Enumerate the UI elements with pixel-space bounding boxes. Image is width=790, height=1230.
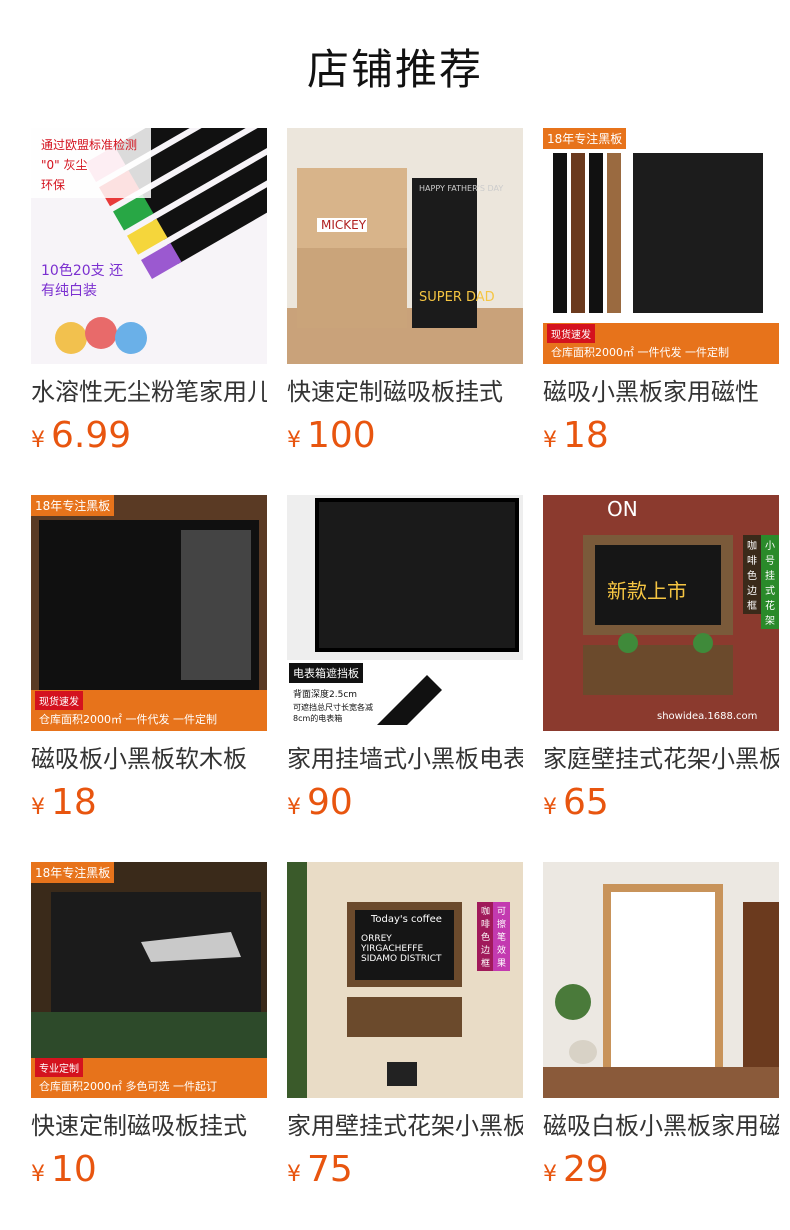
product-price: ¥100 [287, 414, 523, 464]
badge-custom: 专业定制 [35, 1058, 83, 1077]
thumb-caption: ORREY YIRGACHEFFE SIDAMO DISTRICT [361, 934, 442, 964]
product-price: ¥29 [543, 1148, 779, 1198]
product-card[interactable]: 18年专注黑板 现货速发 仓库面积2000㎡ 一件代发 一件定制 磁吸小黑板家用… [543, 128, 779, 464]
product-card[interactable]: 电表箱遮挡板 背面深度2.5cm 可遮挡总尺寸长宽各减8cm的电表箱 家用挂墙式… [287, 495, 523, 831]
currency-symbol: ¥ [31, 1162, 45, 1187]
product-price: ¥65 [543, 781, 779, 831]
badge-years: 18年专注黑板 [31, 495, 115, 516]
price-value: 6.99 [51, 415, 132, 456]
product-image[interactable]: Today's coffee 咖啡色边框 可擦笔效果 ORREY YIRGACH… [287, 862, 523, 1098]
product-card[interactable]: 18年专注黑板 现货速发 仓库面积2000㎡ 一件代发 一件定制 磁吸板小黑板软… [31, 495, 267, 831]
board-new-arrival: 新款上市 [607, 579, 687, 603]
product-name[interactable]: 家用挂墙式小黑板电表 [287, 743, 523, 775]
label-small-shelf: 小号挂式花架 [761, 535, 779, 629]
badge-zero-dust: "0" 灰尘 [41, 158, 88, 172]
board-coffee-title: Today's coffee [371, 914, 442, 925]
product-name[interactable]: 快速定制磁吸板挂式 [287, 376, 523, 408]
product-name[interactable]: 水溶性无尘粉笔家用儿童 [31, 376, 267, 408]
board-label-superdad: SUPER DAD [419, 290, 495, 305]
price-value: 10 [51, 1149, 97, 1190]
product-name[interactable]: 快速定制磁吸板挂式 [31, 1110, 267, 1142]
badge-years: 18年专注黑板 [31, 862, 115, 883]
product-image[interactable]: 18年专注黑板 现货速发 仓库面积2000㎡ 一件代发 一件定制 [31, 495, 267, 731]
badge-in-stock: 现货速发 [547, 324, 595, 343]
sign-on: ON [607, 497, 638, 521]
product-image[interactable]: 18年专注黑板 现货速发 仓库面积2000㎡ 一件代发 一件定制 [543, 128, 779, 364]
spec-size: 可遮挡总尺寸长宽各减8cm的电表箱 [293, 703, 373, 723]
badge-years: 18年专注黑板 [543, 128, 627, 149]
product-image[interactable]: 18年专注黑板 专业定制 仓库面积2000㎡ 多色可选 一件起订 [31, 862, 267, 1098]
price-value: 65 [563, 782, 609, 823]
badge-eco: 环保 [41, 178, 66, 192]
product-image[interactable]: 电表箱遮挡板 背面深度2.5cm 可遮挡总尺寸长宽各减8cm的电表箱 [287, 495, 523, 731]
product-card[interactable]: 磁吸白板小黑板家用磁 ¥29 [543, 862, 779, 1198]
currency-symbol: ¥ [31, 428, 45, 453]
product-card[interactable]: 18年专注黑板 专业定制 仓库面积2000㎡ 多色可选 一件起订 快速定制磁吸板… [31, 862, 267, 1198]
board-label-mickey: MICKEY [321, 218, 367, 232]
product-price: ¥18 [543, 414, 779, 464]
badge-in-stock: 现货速发 [35, 691, 83, 710]
thumb-caption: showidea.1688.com [657, 711, 758, 722]
price-value: 100 [307, 415, 376, 456]
currency-symbol: ¥ [543, 795, 557, 820]
price-value: 29 [563, 1149, 609, 1190]
thumb-caption: 10色20支 还有纯白装 [41, 263, 124, 299]
thumb-caption: 仓库面积2000㎡ 一件代发 一件定制 [551, 346, 729, 359]
currency-symbol: ¥ [31, 795, 45, 820]
currency-symbol: ¥ [287, 1162, 301, 1187]
badge-eu-certified: 通过欧盟标准检测 [41, 138, 138, 152]
label-coffee-frame: 咖啡色边框 [743, 535, 761, 614]
product-price: ¥90 [287, 781, 523, 831]
product-price: ¥75 [287, 1148, 523, 1198]
product-image[interactable]: ON 新款上市 咖啡色边框 小号挂式花架 showidea.1688.com [543, 495, 779, 731]
price-value: 90 [307, 782, 353, 823]
product-image[interactable]: 通过欧盟标准检测 "0" 灰尘 环保 10色20支 还有纯白装 [31, 128, 267, 364]
product-name[interactable]: 家用壁挂式花架小黑板 [287, 1110, 523, 1142]
page-title: 店铺推荐 [306, 45, 483, 94]
currency-symbol: ¥ [543, 1162, 557, 1187]
price-value: 75 [307, 1149, 353, 1190]
product-price: ¥18 [31, 781, 267, 831]
price-value: 18 [51, 782, 97, 823]
product-name[interactable]: 家庭壁挂式花架小黑板 [543, 743, 779, 775]
product-card[interactable]: 通过欧盟标准检测 "0" 灰尘 环保 10色20支 还有纯白装 水溶性无尘粉笔家… [31, 128, 267, 464]
product-card[interactable]: ON 新款上市 咖啡色边框 小号挂式花架 showidea.1688.com 家… [543, 495, 779, 831]
product-price: ¥10 [31, 1148, 267, 1198]
product-name[interactable]: 磁吸白板小黑板家用磁 [543, 1110, 779, 1142]
product-price: ¥6.99 [31, 414, 267, 464]
product-card[interactable]: Today's coffee 咖啡色边框 可擦笔效果 ORREY YIRGACH… [287, 862, 523, 1198]
product-image[interactable]: MICKEY SUPER DAD HAPPY FATHER'S DAY [287, 128, 523, 364]
currency-symbol: ¥ [287, 428, 301, 453]
product-image[interactable] [543, 862, 779, 1098]
product-name[interactable]: 磁吸小黑板家用磁性 [543, 376, 779, 408]
currency-symbol: ¥ [543, 428, 557, 453]
thumb-caption: 仓库面积2000㎡ 一件代发 一件定制 [39, 713, 217, 726]
label-coffee-frame: 咖啡色边框 [477, 902, 494, 971]
label-erasable: 可擦笔效果 [493, 902, 510, 971]
product-card[interactable]: MICKEY SUPER DAD HAPPY FATHER'S DAY 快速定制… [287, 128, 523, 464]
thumb-caption: HAPPY FATHER'S DAY [419, 184, 504, 193]
badge-meter-cover: 电表箱遮挡板 [289, 663, 363, 683]
currency-symbol: ¥ [287, 795, 301, 820]
thumb-caption: 仓库面积2000㎡ 多色可选 一件起订 [39, 1080, 217, 1093]
price-value: 18 [563, 415, 609, 456]
product-name[interactable]: 磁吸板小黑板软木板 [31, 743, 267, 775]
